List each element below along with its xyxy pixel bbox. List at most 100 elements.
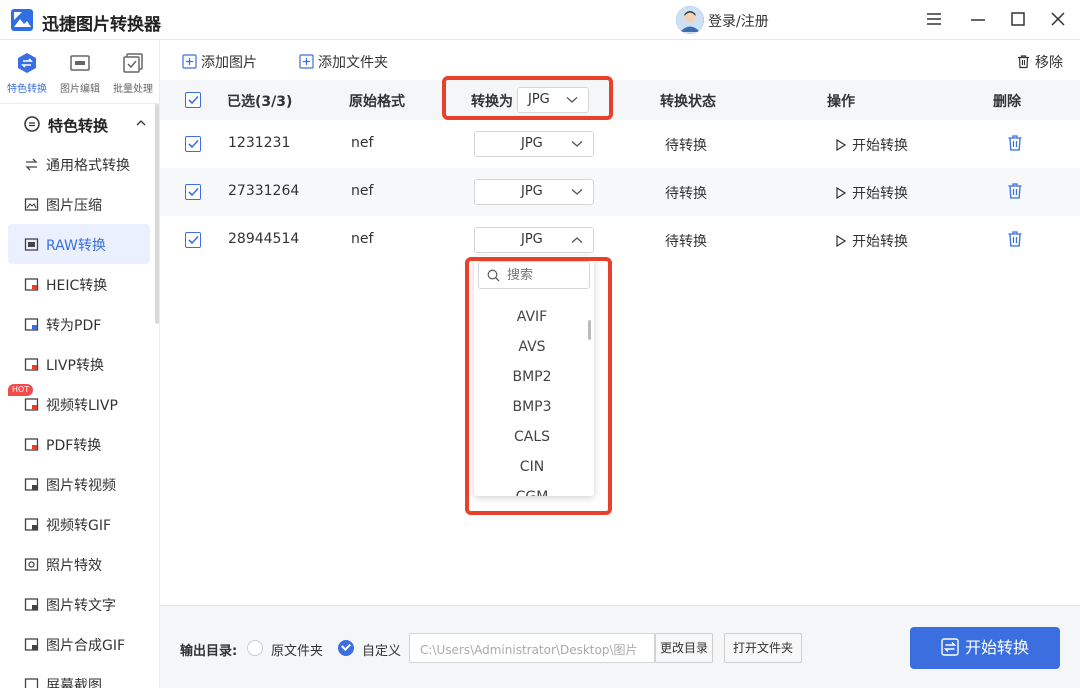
user-avatar[interactable] (676, 6, 704, 34)
close-icon[interactable] (1048, 9, 1068, 29)
section-convert-icon (24, 116, 40, 132)
row-format: nef (351, 135, 374, 151)
bottom-bar: 输出目录: 原文件夹 自定义 C:\Users\Administrator\De… (160, 605, 1080, 688)
start-convert-all-label: 开始转换 (964, 638, 1029, 657)
user-avatar-icon (676, 6, 704, 34)
sidebar-item-heic-convert[interactable]: HEIC转换 (8, 264, 150, 304)
video-to-gif-icon (24, 518, 39, 531)
row-checkbox[interactable] (185, 232, 201, 248)
highlight-box-header (442, 76, 613, 120)
table-row: 1231231 nef JPG 待转换 开始转换 (160, 120, 1080, 168)
add-folder-button[interactable]: 添加文件夹 (299, 52, 388, 72)
row-status: 待转换 (665, 186, 707, 202)
tab-batch-process[interactable]: 批量处理 (108, 52, 158, 95)
tab-batch-process-label: 批量处理 (113, 84, 153, 95)
remove-button[interactable]: 移除 (1016, 52, 1063, 72)
livp-convert-icon (24, 358, 39, 371)
row-filename: 1231231 (228, 135, 291, 151)
sidebar-section-header[interactable]: 特色转换 (0, 104, 159, 144)
tab-special-convert-label: 特色转换 (7, 84, 47, 95)
maximize-icon[interactable] (1008, 9, 1028, 29)
row-checkbox[interactable] (185, 136, 201, 152)
row-start-button[interactable]: 开始转换 (836, 183, 908, 203)
checkmark-icon (188, 139, 199, 149)
checkmark-icon (188, 95, 199, 105)
row-start-button[interactable]: 开始转换 (836, 135, 908, 155)
sidebar-item-label: 转为PDF (46, 318, 102, 334)
photo-effects-icon (24, 558, 39, 571)
image-edit-icon (70, 55, 90, 71)
toolbar: 添加图片 添加文件夹 移除 (160, 40, 1080, 80)
sidebar-item-screenshot[interactable]: 屏幕截图 (8, 664, 150, 688)
delete-row-icon[interactable] (1007, 182, 1023, 200)
tab-image-edit[interactable]: 图片编辑 (55, 52, 105, 95)
row-filename: 27331264 (228, 183, 300, 199)
sidebar-item-label: 屏幕截图 (46, 678, 102, 688)
output-path-input[interactable]: C:\Users\Administrator\Desktop\图片 (409, 633, 655, 663)
row-format: nef (351, 183, 374, 199)
sidebar-item-image-to-text[interactable]: 图片转文字 (8, 584, 150, 624)
sidebar-item-photo-effects[interactable]: 照片特效 (8, 544, 150, 584)
tab-image-edit-label: 图片编辑 (60, 84, 100, 95)
header-action: 操作 (827, 94, 855, 110)
select-all-checkbox[interactable] (185, 92, 201, 108)
sidebar-scrollbar[interactable] (155, 104, 159, 324)
sidebar-item-label: PDF转换 (46, 438, 102, 454)
heic-convert-icon (24, 278, 39, 291)
radio-custom[interactable] (338, 640, 354, 656)
sidebar-item-compress[interactable]: 图片压缩 (8, 184, 150, 224)
add-image-label: 添加图片 (201, 55, 257, 71)
add-image-button[interactable]: 添加图片 (182, 52, 257, 72)
sidebar-item-compose-gif[interactable]: 图片合成GIF (8, 624, 150, 664)
row-target-select[interactable]: JPG (474, 179, 594, 205)
row-status: 待转换 (665, 138, 707, 154)
sidebar-item-label: 图片转视频 (46, 478, 116, 494)
sidebar-item-label: 照片特效 (46, 558, 102, 574)
open-folder-button[interactable]: 打开文件夹 (724, 633, 802, 663)
convert-icon (941, 638, 959, 656)
minimize-icon[interactable] (968, 9, 988, 29)
general-convert-icon (25, 158, 38, 171)
sidebar-item-label: RAW转换 (46, 238, 106, 254)
video-to-livp-icon (24, 398, 39, 411)
hot-badge: HOT (8, 384, 34, 396)
app-logo-icon (11, 9, 33, 31)
sidebar-item-general-convert[interactable]: 通用格式转换 (8, 144, 150, 184)
row-format: nef (351, 231, 374, 247)
delete-row-icon[interactable] (1007, 134, 1023, 152)
table-header: 已选(3/3) 原始格式 转换为 JPG 转换状态 操作 删除 (160, 80, 1080, 120)
app-title: 迅捷图片转换器 (42, 15, 161, 35)
tab-special-convert[interactable]: 特色转换 (2, 52, 52, 95)
sidebar-item-to-pdf[interactable]: 转为PDF (8, 304, 150, 344)
sidebar-item-video-to-gif[interactable]: 视频转GIF (8, 504, 150, 544)
checkmark-icon (188, 235, 199, 245)
start-convert-all-button[interactable]: 开始转换 (910, 627, 1060, 669)
chevron-up-icon (571, 237, 583, 243)
login-link[interactable]: 登录/注册 (708, 11, 769, 31)
to-pdf-icon (24, 318, 39, 331)
row-checkbox[interactable] (185, 184, 201, 200)
row-target-select[interactable]: JPG (474, 227, 594, 253)
sidebar-item-pdf-convert[interactable]: PDF转换 (8, 424, 150, 464)
sidebar-item-livp-convert[interactable]: LIVP转换 (8, 344, 150, 384)
change-dir-button[interactable]: 更改目录 (655, 633, 713, 663)
sidebar-item-label: 视频转LIVP (46, 398, 118, 414)
compose-gif-icon (24, 638, 39, 651)
row-target-select[interactable]: JPG (474, 131, 594, 157)
raw-convert-icon (24, 238, 39, 251)
sidebar-top-nav: 特色转换 图片编辑 批量处理 (0, 40, 159, 104)
sidebar-item-label: LIVP转换 (46, 358, 104, 374)
image-to-video-icon (24, 478, 39, 491)
sidebar-item-label: 视频转GIF (46, 518, 112, 534)
row-target-value: JPG (521, 184, 543, 199)
row-start-button[interactable]: 开始转换 (836, 231, 908, 251)
sidebar-item-raw-convert[interactable]: RAW转换 (8, 224, 150, 264)
menu-icon[interactable] (924, 9, 944, 29)
radio-original-folder[interactable] (247, 640, 263, 656)
delete-row-icon[interactable] (1007, 230, 1023, 248)
sidebar-item-image-to-video[interactable]: 图片转视频 (8, 464, 150, 504)
screenshot-icon (24, 678, 39, 688)
chevron-down-icon (571, 141, 583, 147)
table-row: 27331264 nef JPG 待转换 开始转换 (160, 168, 1080, 216)
add-image-icon (182, 54, 197, 69)
